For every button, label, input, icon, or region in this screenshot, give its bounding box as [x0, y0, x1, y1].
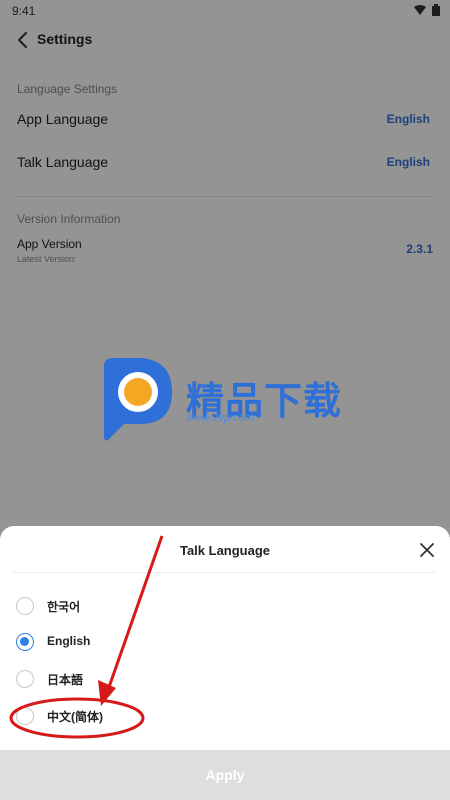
apply-button[interactable]: Apply: [0, 750, 450, 800]
watermark-logo: [104, 358, 172, 441]
option-label: 한국어: [47, 600, 81, 614]
sheet-title: Talk Language: [179, 543, 271, 558]
language-option-chinese-simplified[interactable]: 中文(简体): [16, 706, 316, 730]
radio-button[interactable]: [16, 670, 34, 688]
close-icon[interactable]: [419, 542, 435, 558]
radio-button[interactable]: [16, 707, 34, 725]
sheet-divider: [12, 572, 436, 573]
option-label: English: [47, 634, 91, 648]
watermark-url: www.J9p.com: [186, 412, 254, 424]
option-label: 日本語: [47, 673, 84, 687]
language-option-korean[interactable]: 한국어: [16, 596, 316, 620]
language-option-english[interactable]: English: [16, 632, 316, 656]
radio-button[interactable]: [16, 597, 34, 615]
option-label: 中文(简体): [47, 710, 103, 724]
language-option-japanese[interactable]: 日本語: [16, 669, 316, 693]
talk-language-sheet: Talk Language 한국어 English 日本語 中文(简体) App…: [0, 526, 450, 800]
watermark: 精品下载 www.J9p.com: [98, 358, 358, 448]
radio-button-selected[interactable]: [16, 633, 34, 651]
